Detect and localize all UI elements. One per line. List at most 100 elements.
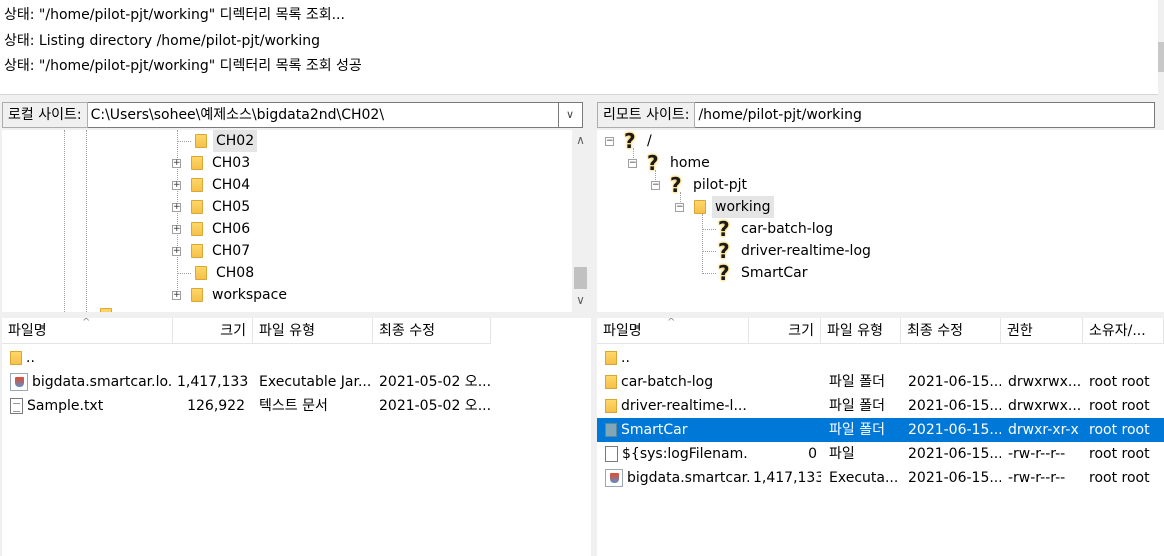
local-tree-scrollbar[interactable]: ∧ ∨ xyxy=(572,130,589,312)
local-path-input[interactable]: C:\Users\sohee\예제소스\bigdata2nd\CH02\ xyxy=(87,102,559,128)
log-scroll-thumb[interactable] xyxy=(1158,42,1164,72)
question-icon: ? xyxy=(718,239,730,263)
jar-icon xyxy=(605,469,623,487)
local-tree-item[interactable]: + CH07 xyxy=(172,240,250,262)
table-row[interactable]: bigdata.smartcar.lo... 1,417,133 Executa… xyxy=(2,370,591,394)
column-label: 권한 xyxy=(1007,323,1033,339)
expand-icon[interactable]: + xyxy=(172,158,181,168)
table-row[interactable]: bigdata.smartcar.... 1,417,133 Executa..… xyxy=(597,466,1164,490)
remote-col-name[interactable]: 파일명 ^ xyxy=(597,318,749,344)
tree-label: / xyxy=(647,133,652,149)
local-tree[interactable]: CH02 + CH03 + CH04 + CH05 + CH06 + CH07 … xyxy=(2,130,572,312)
local-col-size[interactable]: 크기 xyxy=(173,318,253,344)
remote-col-owner[interactable]: 소유자/... xyxy=(1083,318,1164,344)
local-tree-item[interactable]: + CH04 xyxy=(172,174,250,196)
local-site-label: 로컬 사이트: xyxy=(2,102,88,128)
remote-tree-item[interactable]: ? SmartCar xyxy=(702,262,807,284)
file-permission: -rw-r--r-- xyxy=(1008,470,1066,486)
remote-site-label: 리모트 사이트: xyxy=(597,102,696,128)
collapse-icon[interactable]: − xyxy=(651,180,660,190)
local-col-modified[interactable]: 최종 수정 xyxy=(373,318,491,344)
remote-col-type[interactable]: 파일 유형 xyxy=(821,318,901,344)
expand-icon[interactable]: + xyxy=(172,290,181,300)
remote-tree-item[interactable]: − working xyxy=(675,196,774,218)
folder-icon xyxy=(191,156,203,170)
remote-file-list[interactable]: 파일명 ^ 크기 파일 유형 최종 수정 권한 소유자/... .. car-b… xyxy=(597,318,1164,556)
scroll-up-arrow[interactable]: ∧ xyxy=(572,132,589,149)
remote-tree-item[interactable]: − ? / xyxy=(605,130,652,152)
tree-label: workspace xyxy=(212,287,287,303)
local-path-dropdown-button[interactable]: ∨ xyxy=(558,102,583,128)
column-label: 최종 수정 xyxy=(379,323,435,339)
table-row[interactable]: .. xyxy=(597,346,1164,370)
local-tree-item[interactable]: CH08 xyxy=(177,262,254,284)
folder-icon xyxy=(191,178,203,192)
scroll-down-arrow[interactable]: ∨ xyxy=(572,292,589,309)
table-row[interactable]: Sample.txt 126,922 텍스트 문서 2021-05-02 오..… xyxy=(2,394,591,418)
tree-label: working xyxy=(712,196,774,218)
file-name: driver-realtime-l... xyxy=(621,398,747,414)
file-size: 1,417,133 xyxy=(753,470,821,486)
scroll-thumb[interactable] xyxy=(574,267,587,289)
tree-label: CH04 xyxy=(212,177,251,193)
remote-tree-item[interactable]: ? car-batch-log xyxy=(702,218,833,240)
table-row[interactable]: car-batch-log 파일 폴더 2021-06-15... drwxrw… xyxy=(597,370,1164,394)
column-label: 파일 유형 xyxy=(827,323,883,339)
file-size: 0 xyxy=(808,446,817,462)
remote-tree-item[interactable]: ? driver-realtime-log xyxy=(702,240,871,262)
table-row-selected[interactable]: SmartCar 파일 폴더 2021-06-15... drwxr-xr-x … xyxy=(597,418,1164,442)
tree-label: CH03 xyxy=(212,155,251,171)
remote-tree-item[interactable]: − ? pilot-pjt xyxy=(651,174,747,196)
folder-icon xyxy=(10,351,22,365)
remote-tree-item[interactable]: − ? home xyxy=(628,152,710,174)
local-tree-item[interactable]: + CH06 xyxy=(172,218,250,240)
expand-icon[interactable]: + xyxy=(172,180,181,190)
folder-icon xyxy=(100,308,112,312)
tree-label: CH08 xyxy=(216,265,255,281)
remote-splitter[interactable] xyxy=(597,313,1164,317)
file-name: bigdata.smartcar.... xyxy=(627,470,749,486)
folder-icon xyxy=(191,288,203,302)
local-tree-item[interactable]: + CH03 xyxy=(172,152,250,174)
file-modified: 2021-06-15... xyxy=(908,446,1001,462)
table-row[interactable]: .. xyxy=(2,346,591,370)
collapse-icon[interactable]: − xyxy=(605,136,614,146)
file-permission: drwxr-xr-x xyxy=(1008,422,1079,438)
file-modified: 2021-05-02 오... xyxy=(379,398,491,414)
local-tree-item[interactable]: + CH05 xyxy=(172,196,250,218)
remote-col-modified[interactable]: 최종 수정 xyxy=(901,318,1001,344)
local-splitter[interactable] xyxy=(0,313,591,317)
column-label: 파일명 xyxy=(8,323,47,339)
collapse-icon[interactable]: − xyxy=(675,202,684,212)
remote-path-input[interactable]: /home/pilot-pjt/working xyxy=(695,102,1156,128)
local-col-name[interactable]: 파일명 ^ xyxy=(2,318,173,344)
folder-icon xyxy=(605,423,617,437)
local-tree-item[interactable]: + workspace xyxy=(172,284,287,306)
file-owner: root root xyxy=(1089,398,1150,414)
table-row[interactable]: ${sys:logFilenam... 0 파일 2021-06-15... -… xyxy=(597,442,1164,466)
tree-guide xyxy=(86,130,87,312)
local-file-list[interactable]: 파일명 ^ 크기 파일 유형 최종 수정 .. bigdata.smartcar… xyxy=(2,318,591,556)
tree-label: home xyxy=(670,155,710,171)
file-type: Executa... xyxy=(829,470,899,486)
tree-label: pilot-pjt xyxy=(693,177,748,193)
expand-icon[interactable]: + xyxy=(172,224,181,234)
remote-tree[interactable]: − ? / − ? home − ? pilot-pjt − working ?… xyxy=(597,130,1164,312)
local-col-type[interactable]: 파일 유형 xyxy=(253,318,373,344)
expand-icon[interactable]: + xyxy=(172,246,181,256)
column-label: 크기 xyxy=(220,323,246,339)
file-modified: 2021-06-15... xyxy=(908,422,1001,438)
file-name: car-batch-log xyxy=(621,374,714,390)
table-row[interactable]: driver-realtime-l... 파일 폴더 2021-06-15...… xyxy=(597,394,1164,418)
log-scrollbar[interactable] xyxy=(1158,0,1164,95)
file-owner: root root xyxy=(1089,422,1150,438)
remote-col-size[interactable]: 크기 xyxy=(749,318,821,344)
file-type: 파일 폴더 xyxy=(829,422,885,438)
file-type: 파일 xyxy=(829,446,855,462)
file-name: Sample.txt xyxy=(27,398,104,414)
remote-col-permission[interactable]: 권한 xyxy=(1001,318,1083,344)
local-tree-item[interactable]: CH02 xyxy=(177,130,258,152)
expand-icon[interactable]: + xyxy=(172,202,181,212)
collapse-icon[interactable]: − xyxy=(628,158,637,168)
tree-label: SmartCar xyxy=(741,265,808,281)
